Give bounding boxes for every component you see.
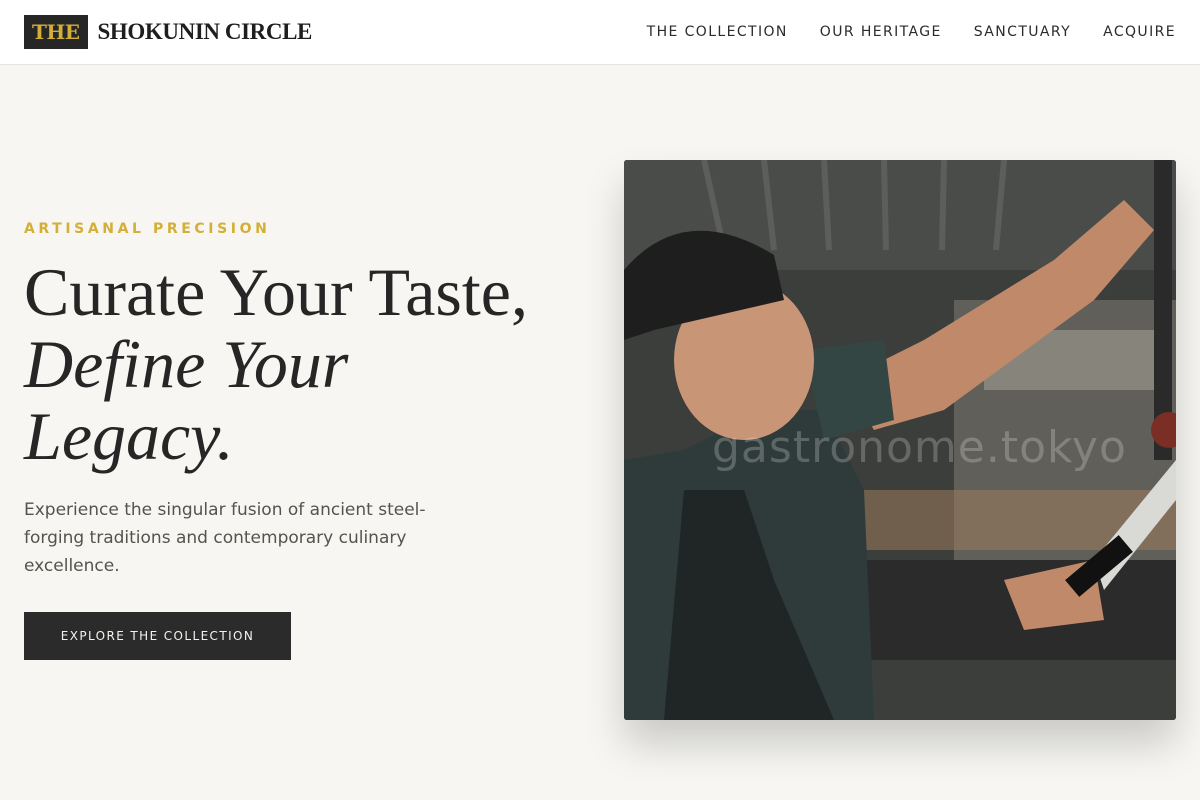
nav-link-heritage[interactable]: OUR HERITAGE [820, 24, 942, 40]
brand-logo[interactable]: THE SHOKUNIN CIRCLE [24, 15, 312, 49]
headline-line-3: Legacy. [24, 398, 234, 474]
headline-line-1: Curate Your Taste, [24, 254, 528, 330]
logo-text: SHOKUNIN CIRCLE [97, 19, 313, 44]
site-header: THE SHOKUNIN CIRCLE THE COLLECTION OUR H… [0, 0, 1200, 65]
nav-link-acquire[interactable]: ACQUIRE [1103, 24, 1176, 40]
explore-collection-button[interactable]: EXPLORE THE COLLECTION [24, 612, 291, 660]
hero-photo: gastronome.tokyo [624, 160, 1176, 720]
logo-mark: THE [24, 15, 88, 49]
headline-line-2: Define Your [24, 326, 349, 402]
hero-headline: Curate Your Taste, Define Your Legacy. [24, 256, 584, 472]
nav-link-collection[interactable]: THE COLLECTION [647, 24, 788, 40]
hero-description: Experience the singular fusion of ancien… [24, 500, 426, 576]
main-nav: THE COLLECTION OUR HERITAGE SANCTUARY AC… [615, 0, 1176, 64]
photo-watermark: gastronome.tokyo [712, 422, 1127, 473]
nav-link-sanctuary[interactable]: SANCTUARY [974, 24, 1071, 40]
hero-eyebrow: ARTISANAL PRECISION [24, 221, 271, 237]
